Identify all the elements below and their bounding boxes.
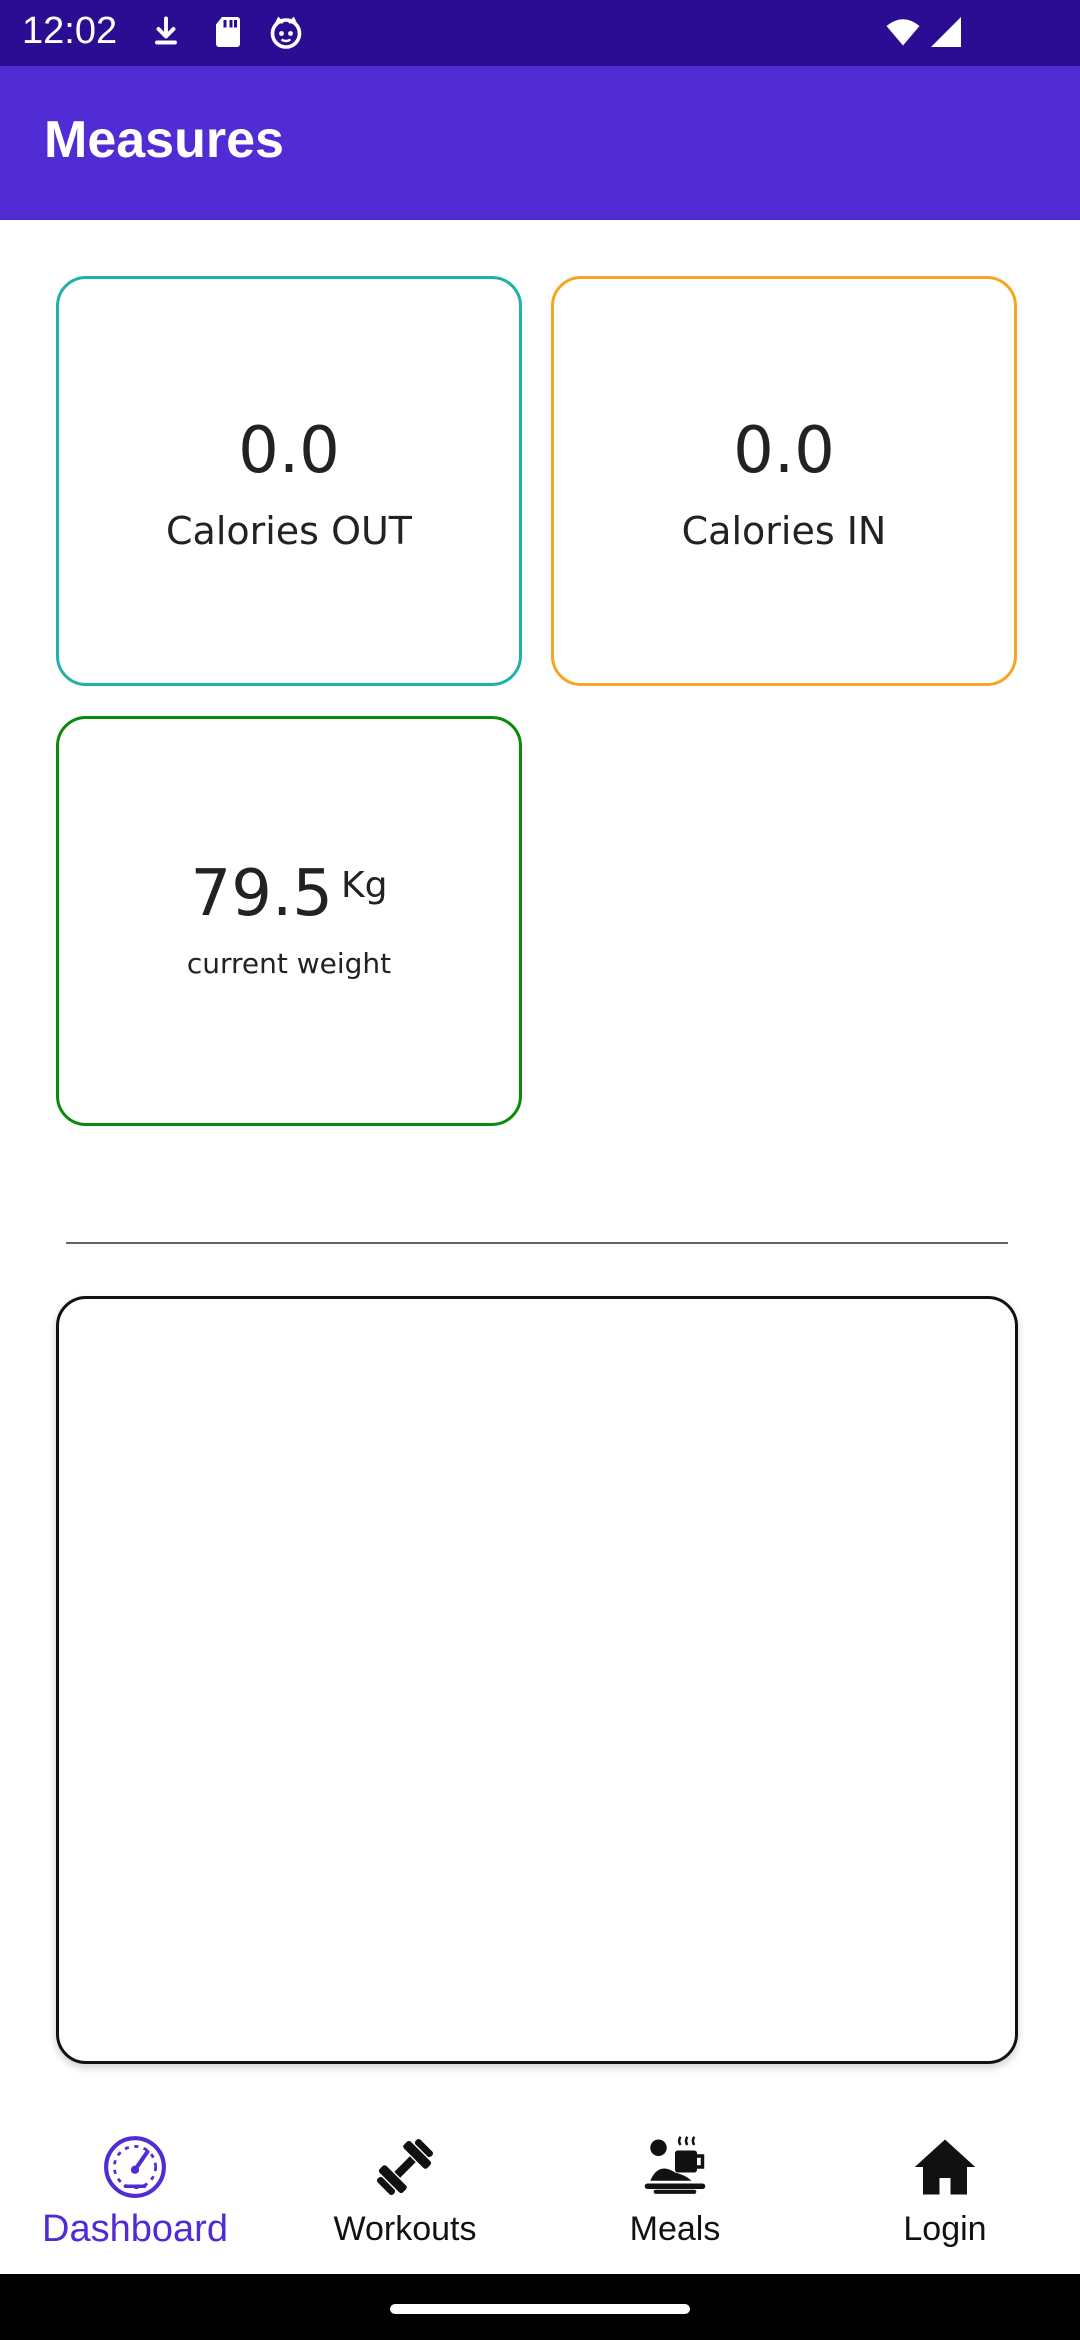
cat-face-icon [268,14,304,50]
sd-card-icon [210,14,246,50]
status-time: 12:02 [22,10,118,52]
nav-dashboard[interactable]: Dashboard [0,2110,270,2274]
nav-dashboard-label: Dashboard [42,2208,228,2250]
weight-label: current weight [186,947,392,980]
home-gesture-handle[interactable] [390,2304,690,2314]
dashboard-gauge-icon [102,2134,168,2200]
nav-meals[interactable]: Meals [540,2110,810,2274]
nav-meals-label: Meals [629,2210,721,2248]
weight-unit: Kg [341,865,388,906]
app-bar: Measures [0,66,1080,220]
calories-out-label: Calories OUT [166,509,412,553]
nav-login-label: Login [903,2210,987,2248]
dumbbell-icon [372,2134,438,2200]
home-icon [912,2134,978,2200]
nav-workouts-label: Workouts [333,2210,477,2248]
calories-in-card[interactable]: 0.0 Calories IN [551,276,1017,686]
divider [66,1242,1008,1244]
calories-in-value: 0.0 [733,414,835,488]
signal-icon [928,14,964,50]
current-weight-card[interactable]: 79.5 Kg current weight [56,716,522,1126]
wifi-icon [882,14,924,50]
nav-login[interactable]: Login [810,2110,1080,2274]
download-icon [148,14,184,50]
status-bar: 12:02 [0,0,1080,66]
weight-value: 79.5 [190,857,334,931]
page-title: Measures [44,111,284,169]
calories-in-label: Calories IN [681,509,887,553]
chart-area [56,1296,1018,2064]
system-gesture-bar [0,2274,1080,2340]
weight-readout: 79.5 Kg [59,857,519,931]
calories-out-card[interactable]: 0.0 Calories OUT [56,276,522,686]
nav-workouts[interactable]: Workouts [270,2110,540,2274]
calories-out-value: 0.0 [238,414,340,488]
bottom-navigation: Dashboard Workouts Meals Login [0,2110,1080,2274]
meal-icon [642,2134,708,2200]
